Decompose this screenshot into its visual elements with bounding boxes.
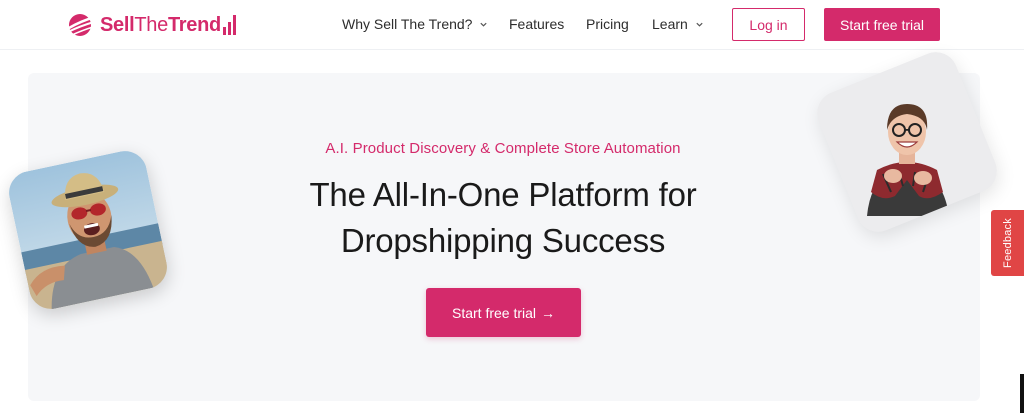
site-header: Sell The Trend Why Sell The Trend? Feature… [0,0,1024,50]
logo-word-sell: Sell [100,13,135,36]
nav-item-label: Features [509,16,565,32]
feedback-tab[interactable]: Feedback [991,210,1024,276]
logo-wordmark: Sell The Trend [100,14,236,37]
logo-icon [67,14,96,36]
arrow-right-icon: → [541,304,556,321]
nav-item-label: Why Sell The Trend? [342,16,473,32]
feedback-tab-label: Feedback [1001,218,1014,268]
nav-item-features[interactable]: Features [509,16,564,32]
nav-item-label: Learn [652,16,688,32]
hero-headline-line-1: The All-In-One Platform for [309,176,697,213]
brand-logo[interactable]: Sell The Trend [66,11,236,39]
hero-headline-line-2: Dropshipping Success [340,222,666,259]
nav-item-why-sell-the-trend[interactable]: Why Sell The Trend? [342,16,488,32]
logo-word-trend: Trend [167,13,221,36]
logo-word-the: The [134,13,168,36]
man-photo-image [4,146,172,314]
logo-bars-icon [222,15,236,35]
customer-photo-man [4,146,172,314]
cta-label: Start free trial [451,304,537,321]
chevron-down-icon [480,22,488,27]
nav-item-pricing[interactable]: Pricing [586,16,629,32]
login-button[interactable]: Log in [732,8,805,41]
scrollbar-edge [1020,374,1024,413]
start-free-trial-header-button[interactable]: Start free trial [824,8,940,41]
start-free-trial-hero-button[interactable]: Start free trial → [426,288,581,337]
chevron-down-icon [696,22,703,27]
nav-item-learn[interactable]: Learn [652,16,704,32]
nav-item-label: Pricing [586,16,629,32]
